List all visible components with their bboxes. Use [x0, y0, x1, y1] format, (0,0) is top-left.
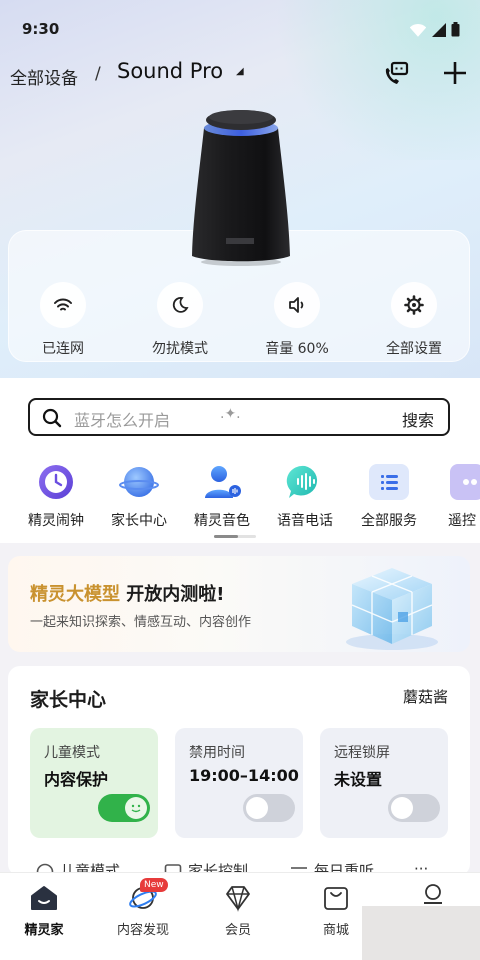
smart-speaker-image: [192, 110, 290, 266]
wifi-status-icon: [410, 24, 426, 37]
search-bar[interactable]: 蓝牙怎么开启 .✦. 搜索: [28, 398, 450, 436]
service-parent-center-label: 家长中心: [111, 513, 167, 529]
all-settings-control[interactable]: 全部设置: [369, 282, 459, 358]
signal-icon: [432, 23, 446, 37]
phone-call-icon[interactable]: [382, 60, 410, 88]
planet-icon: [119, 462, 159, 502]
corner-overlay: [362, 906, 480, 960]
diamond-icon: [223, 883, 253, 913]
status-bar: 9:30: [0, 0, 480, 56]
do-not-disturb-control[interactable]: 勿扰模式: [135, 282, 225, 358]
new-badge: New: [140, 878, 168, 892]
service-remote[interactable]: 遥控: [432, 462, 480, 530]
tab-membership-label: 会员: [224, 923, 251, 938]
all-devices-link[interactable]: 全部设备: [10, 64, 78, 89]
gear-icon: [391, 282, 437, 328]
remote-icon: [448, 462, 480, 502]
services-scroll-indicator: [214, 535, 256, 538]
banner-title-rest: 开放内测啦!: [120, 584, 225, 605]
service-voice-timbre[interactable]: 精灵音色: [184, 462, 260, 530]
voice-person-icon: [202, 462, 242, 502]
breadcrumb-separator: /: [95, 64, 101, 84]
remote-lock-value: 未设置: [334, 770, 383, 789]
parent-center-title: 家长中心: [30, 689, 107, 711]
remote-lock-card[interactable]: 远程锁屏 未设置: [320, 728, 448, 838]
service-remote-label: 遥控: [448, 513, 476, 529]
smiley-knob-icon: [125, 797, 147, 819]
service-alarm[interactable]: 精灵闹钟: [18, 462, 94, 530]
tab-home[interactable]: 精灵家: [4, 883, 84, 938]
status-time: 9:30: [22, 20, 60, 38]
child-mode-toggle[interactable]: [98, 794, 150, 822]
disable-time-value: 19:00–14:00: [189, 766, 299, 785]
dropdown-caret-icon[interactable]: ◢: [236, 66, 244, 77]
service-voice-timbre-label: 精灵音色: [194, 513, 250, 529]
glass-cube-illustration: [346, 568, 438, 650]
tab-home-label: 精灵家: [24, 923, 64, 938]
child-mode-card[interactable]: 儿童模式 内容保护: [30, 728, 158, 838]
top-bar: 全部设备 / Sound Pro ◢: [0, 56, 480, 96]
network-status-label: 已连网: [42, 341, 84, 357]
volume-label: 音量 60%: [265, 341, 329, 357]
search-button[interactable]: 搜索: [402, 407, 434, 431]
banner-title: 精灵大模型 开放内测啦!: [30, 580, 224, 606]
wifi-icon: [40, 282, 86, 328]
sparkle-icon: .✦.: [220, 406, 241, 422]
list-icon: [369, 462, 409, 502]
service-all-services-label: 全部服务: [361, 513, 417, 529]
remote-lock-toggle[interactable]: [388, 794, 440, 822]
all-settings-label: 全部设置: [386, 341, 442, 357]
do-not-disturb-label: 勿扰模式: [152, 341, 208, 357]
disable-time-toggle[interactable]: [243, 794, 295, 822]
network-status-control[interactable]: 已连网: [18, 282, 108, 358]
battery-icon: [451, 22, 460, 37]
child-mode-label: 儿童模式: [44, 745, 100, 761]
disable-time-label: 禁用时间: [189, 745, 245, 761]
service-voice-call-label: 语音电话: [277, 513, 333, 529]
shopping-bag-icon: [321, 883, 351, 913]
tab-membership[interactable]: 会员: [198, 883, 278, 938]
search-icon: [42, 408, 62, 428]
home-icon: [29, 883, 59, 913]
service-parent-center[interactable]: 家长中心: [101, 462, 177, 530]
volume-control[interactable]: 音量 60%: [252, 282, 342, 358]
tab-discover-label: 内容发现: [116, 923, 169, 938]
remote-lock-label: 远程锁屏: [334, 745, 390, 761]
search-input[interactable]: 蓝牙怎么开启: [74, 407, 170, 431]
moon-icon: [157, 282, 203, 328]
service-voice-call[interactable]: 语音电话: [267, 462, 343, 530]
service-alarm-label: 精灵闹钟: [28, 513, 84, 529]
child-name-link[interactable]: 蘑菇酱: [403, 686, 448, 707]
voice-call-icon: [285, 462, 325, 502]
status-icons: [410, 22, 460, 37]
service-all-services[interactable]: 全部服务: [351, 462, 427, 530]
volume-icon: [274, 282, 320, 328]
add-icon[interactable]: [440, 58, 470, 88]
device-name-dropdown[interactable]: Sound Pro: [117, 59, 223, 83]
disable-time-card[interactable]: 禁用时间 19:00–14:00: [175, 728, 303, 838]
banner-title-highlight: 精灵大模型: [30, 584, 120, 605]
child-mode-value: 内容保护: [44, 770, 109, 789]
alarm-icon: [36, 462, 76, 502]
banner-subtitle: 一起来知识探索、情感互动、内容创作: [30, 615, 252, 630]
